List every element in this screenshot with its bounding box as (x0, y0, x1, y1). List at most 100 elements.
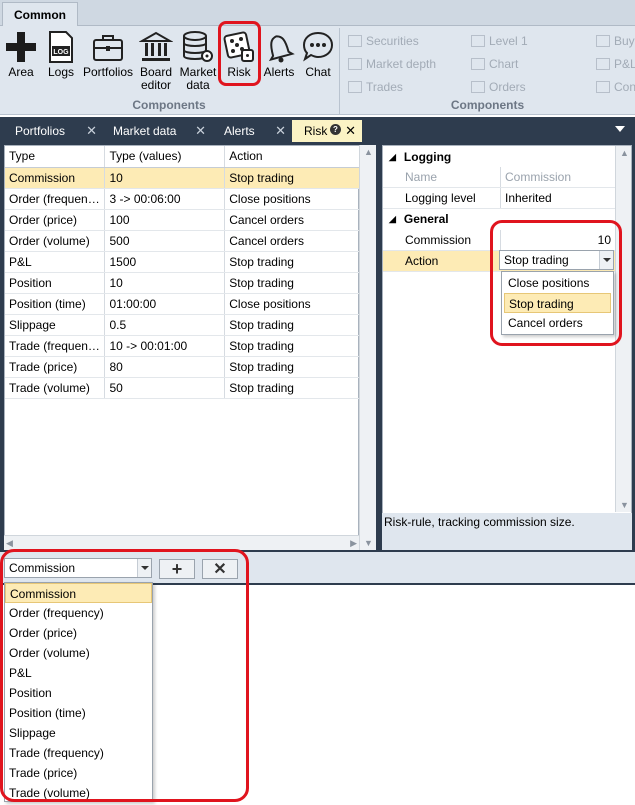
scroll-up-icon[interactable]: ▲ (364, 147, 373, 157)
level1-button[interactable]: Level 1 (471, 34, 528, 48)
buy-button[interactable]: Buy (596, 34, 635, 48)
action-dropdown-list[interactable]: Close positions Stop trading Cancel orde… (501, 271, 614, 335)
remove-rule-button[interactable]: ✕ (202, 559, 238, 579)
table-row[interactable]: Slippage 0.5 Stop trading (5, 314, 360, 336)
property-commission-value[interactable]: 10 (500, 230, 615, 250)
chart-button[interactable]: Chart (471, 57, 518, 71)
scroll-left-icon[interactable]: ◀ (6, 538, 13, 549)
tab-alerts[interactable]: Alerts ✕ (212, 120, 292, 142)
close-icon[interactable]: ✕ (195, 123, 206, 139)
column-header-type-values[interactable]: Type (values) (104, 146, 226, 168)
table-row[interactable]: P&L 1500 Stop trading (5, 251, 360, 273)
list-item[interactable]: Commission (5, 583, 152, 603)
bank-icon (139, 31, 173, 61)
category-logging[interactable]: ◢ Logging (383, 147, 615, 167)
vertical-scrollbar[interactable]: ▲ ▼ (359, 145, 376, 550)
collapse-triangle-icon[interactable]: ◢ (389, 214, 396, 225)
scroll-down-icon[interactable]: ▼ (364, 538, 373, 548)
cell-action: Close positions (224, 188, 360, 210)
cell-action: Cancel orders (224, 209, 360, 231)
rule-type-combobox[interactable]: Commission (4, 558, 152, 578)
plus-icon: + (171, 558, 183, 579)
scroll-down-icon[interactable]: ▼ (620, 500, 629, 510)
list-item[interactable]: Order (price) (5, 623, 152, 643)
logs-button[interactable]: LOG Logs (44, 30, 78, 94)
table-row[interactable]: Position (time) 01:00:00 Close positions (5, 293, 360, 315)
table-row[interactable]: Order (price) 100 Cancel orders (5, 209, 360, 231)
area-button[interactable]: Area (4, 30, 38, 94)
property-row-logging-level[interactable]: Logging level Inherited (383, 188, 615, 209)
list-item[interactable]: Slippage (5, 723, 152, 743)
table-row[interactable]: Order (volume) 500 Cancel orders (5, 230, 360, 252)
pl-label: P&L (614, 57, 635, 71)
add-rule-button[interactable]: + (159, 559, 195, 579)
table-row[interactable]: Trade (price) 80 Stop trading (5, 356, 360, 378)
list-item[interactable]: Trade (frequency) (5, 743, 152, 763)
con-button[interactable]: Con (596, 80, 635, 94)
table-row[interactable]: Order (frequen… 3 -> 00:06:00 Close positi… (5, 188, 360, 210)
scroll-right-icon[interactable]: ▶ (350, 538, 357, 549)
pl-button[interactable]: P&L (596, 57, 635, 71)
trades-button[interactable]: Trades (348, 80, 403, 94)
tab-alerts-label: Alerts (224, 124, 255, 138)
collapse-triangle-icon[interactable]: ◢ (389, 152, 396, 163)
list-item[interactable]: Order (volume) (5, 643, 152, 663)
close-icon[interactable]: ✕ (86, 123, 97, 139)
table-row[interactable]: Position 10 Stop trading (5, 272, 360, 294)
ribbon-tab-common[interactable]: Common (2, 2, 78, 26)
property-grid-scrollbar[interactable]: ▲ ▼ (615, 146, 631, 512)
column-header-type[interactable]: Type (5, 146, 106, 168)
market-data-button[interactable]: Market data (178, 30, 218, 94)
list-item[interactable]: Position (5, 683, 152, 703)
help-icon[interactable]: ? (330, 124, 341, 135)
cell-values: 10 -> 00:01:00 (104, 335, 226, 357)
portfolios-button[interactable]: Portfolios (82, 30, 134, 94)
cell-action: Stop trading (224, 314, 360, 336)
list-item[interactable]: Close positions (504, 273, 611, 293)
table-row[interactable]: Trade (frequen… 10 -> 00:01:00 Stop tradin… (5, 335, 360, 357)
alerts-button[interactable]: Alerts (261, 30, 297, 94)
list-item[interactable]: Stop trading (504, 293, 611, 313)
horizontal-scrollbar[interactable]: ◀ ▶ (4, 535, 359, 550)
securities-button[interactable]: Securities (348, 34, 419, 48)
tab-portfolios[interactable]: Portfolios ✕ (3, 120, 103, 142)
alerts-button-label: Alerts (263, 65, 295, 79)
list-item[interactable]: Position (time) (5, 703, 152, 723)
close-icon[interactable]: ✕ (345, 123, 356, 139)
table-row[interactable]: Trade (volume) 50 Stop trading (5, 377, 360, 399)
chevron-down-icon[interactable] (599, 251, 613, 269)
property-logging-level-value[interactable]: Inherited (500, 188, 615, 208)
property-grid[interactable]: ◢ Logging Name Commission Logging level I… (382, 145, 632, 530)
category-general[interactable]: ◢ General (383, 209, 615, 229)
orders-icon (471, 81, 485, 93)
tab-menu-chevron-down-icon[interactable] (615, 126, 625, 132)
column-header-action[interactable]: Action (224, 146, 360, 168)
orders-button[interactable]: Orders (471, 80, 526, 94)
property-row-name[interactable]: Name Commission (383, 167, 615, 188)
chevron-down-icon[interactable] (137, 559, 151, 577)
market-depth-button[interactable]: Market depth (348, 57, 436, 71)
list-item[interactable]: Trade (volume) (5, 783, 152, 803)
chat-button[interactable]: Chat (300, 30, 336, 94)
scroll-up-icon[interactable]: ▲ (620, 148, 629, 158)
list-item[interactable]: Trade (price) (5, 763, 152, 783)
risk-rules-grid[interactable]: Type Type (values) Action Commission 10 St… (4, 145, 360, 550)
board-editor-button[interactable]: Board editor (137, 30, 175, 94)
list-item[interactable]: P&L (5, 663, 152, 683)
table-row[interactable]: Commission 10 Stop trading (5, 167, 360, 189)
tab-market-data[interactable]: Market data ✕ (101, 120, 212, 142)
risk-button[interactable]: Risk (221, 30, 257, 94)
tab-risk[interactable]: Risk? ✕ (292, 120, 362, 142)
property-row-commission[interactable]: Commission 10 (383, 230, 615, 251)
list-item[interactable]: Order (frequency) (5, 603, 152, 623)
trades-icon (348, 81, 362, 93)
cell-values: 0.5 (104, 314, 226, 336)
action-combobox-value: Stop trading (504, 253, 569, 267)
action-combobox[interactable]: Stop trading (499, 250, 614, 270)
rule-type-dropdown-list[interactable]: Commission Order (frequency) Order (pric… (4, 582, 153, 802)
category-logging-label: Logging (403, 150, 452, 164)
close-icon[interactable]: ✕ (275, 123, 286, 139)
cell-action: Stop trading (224, 272, 360, 294)
chat-bubble-icon (302, 31, 334, 62)
list-item[interactable]: Cancel orders (504, 313, 611, 333)
